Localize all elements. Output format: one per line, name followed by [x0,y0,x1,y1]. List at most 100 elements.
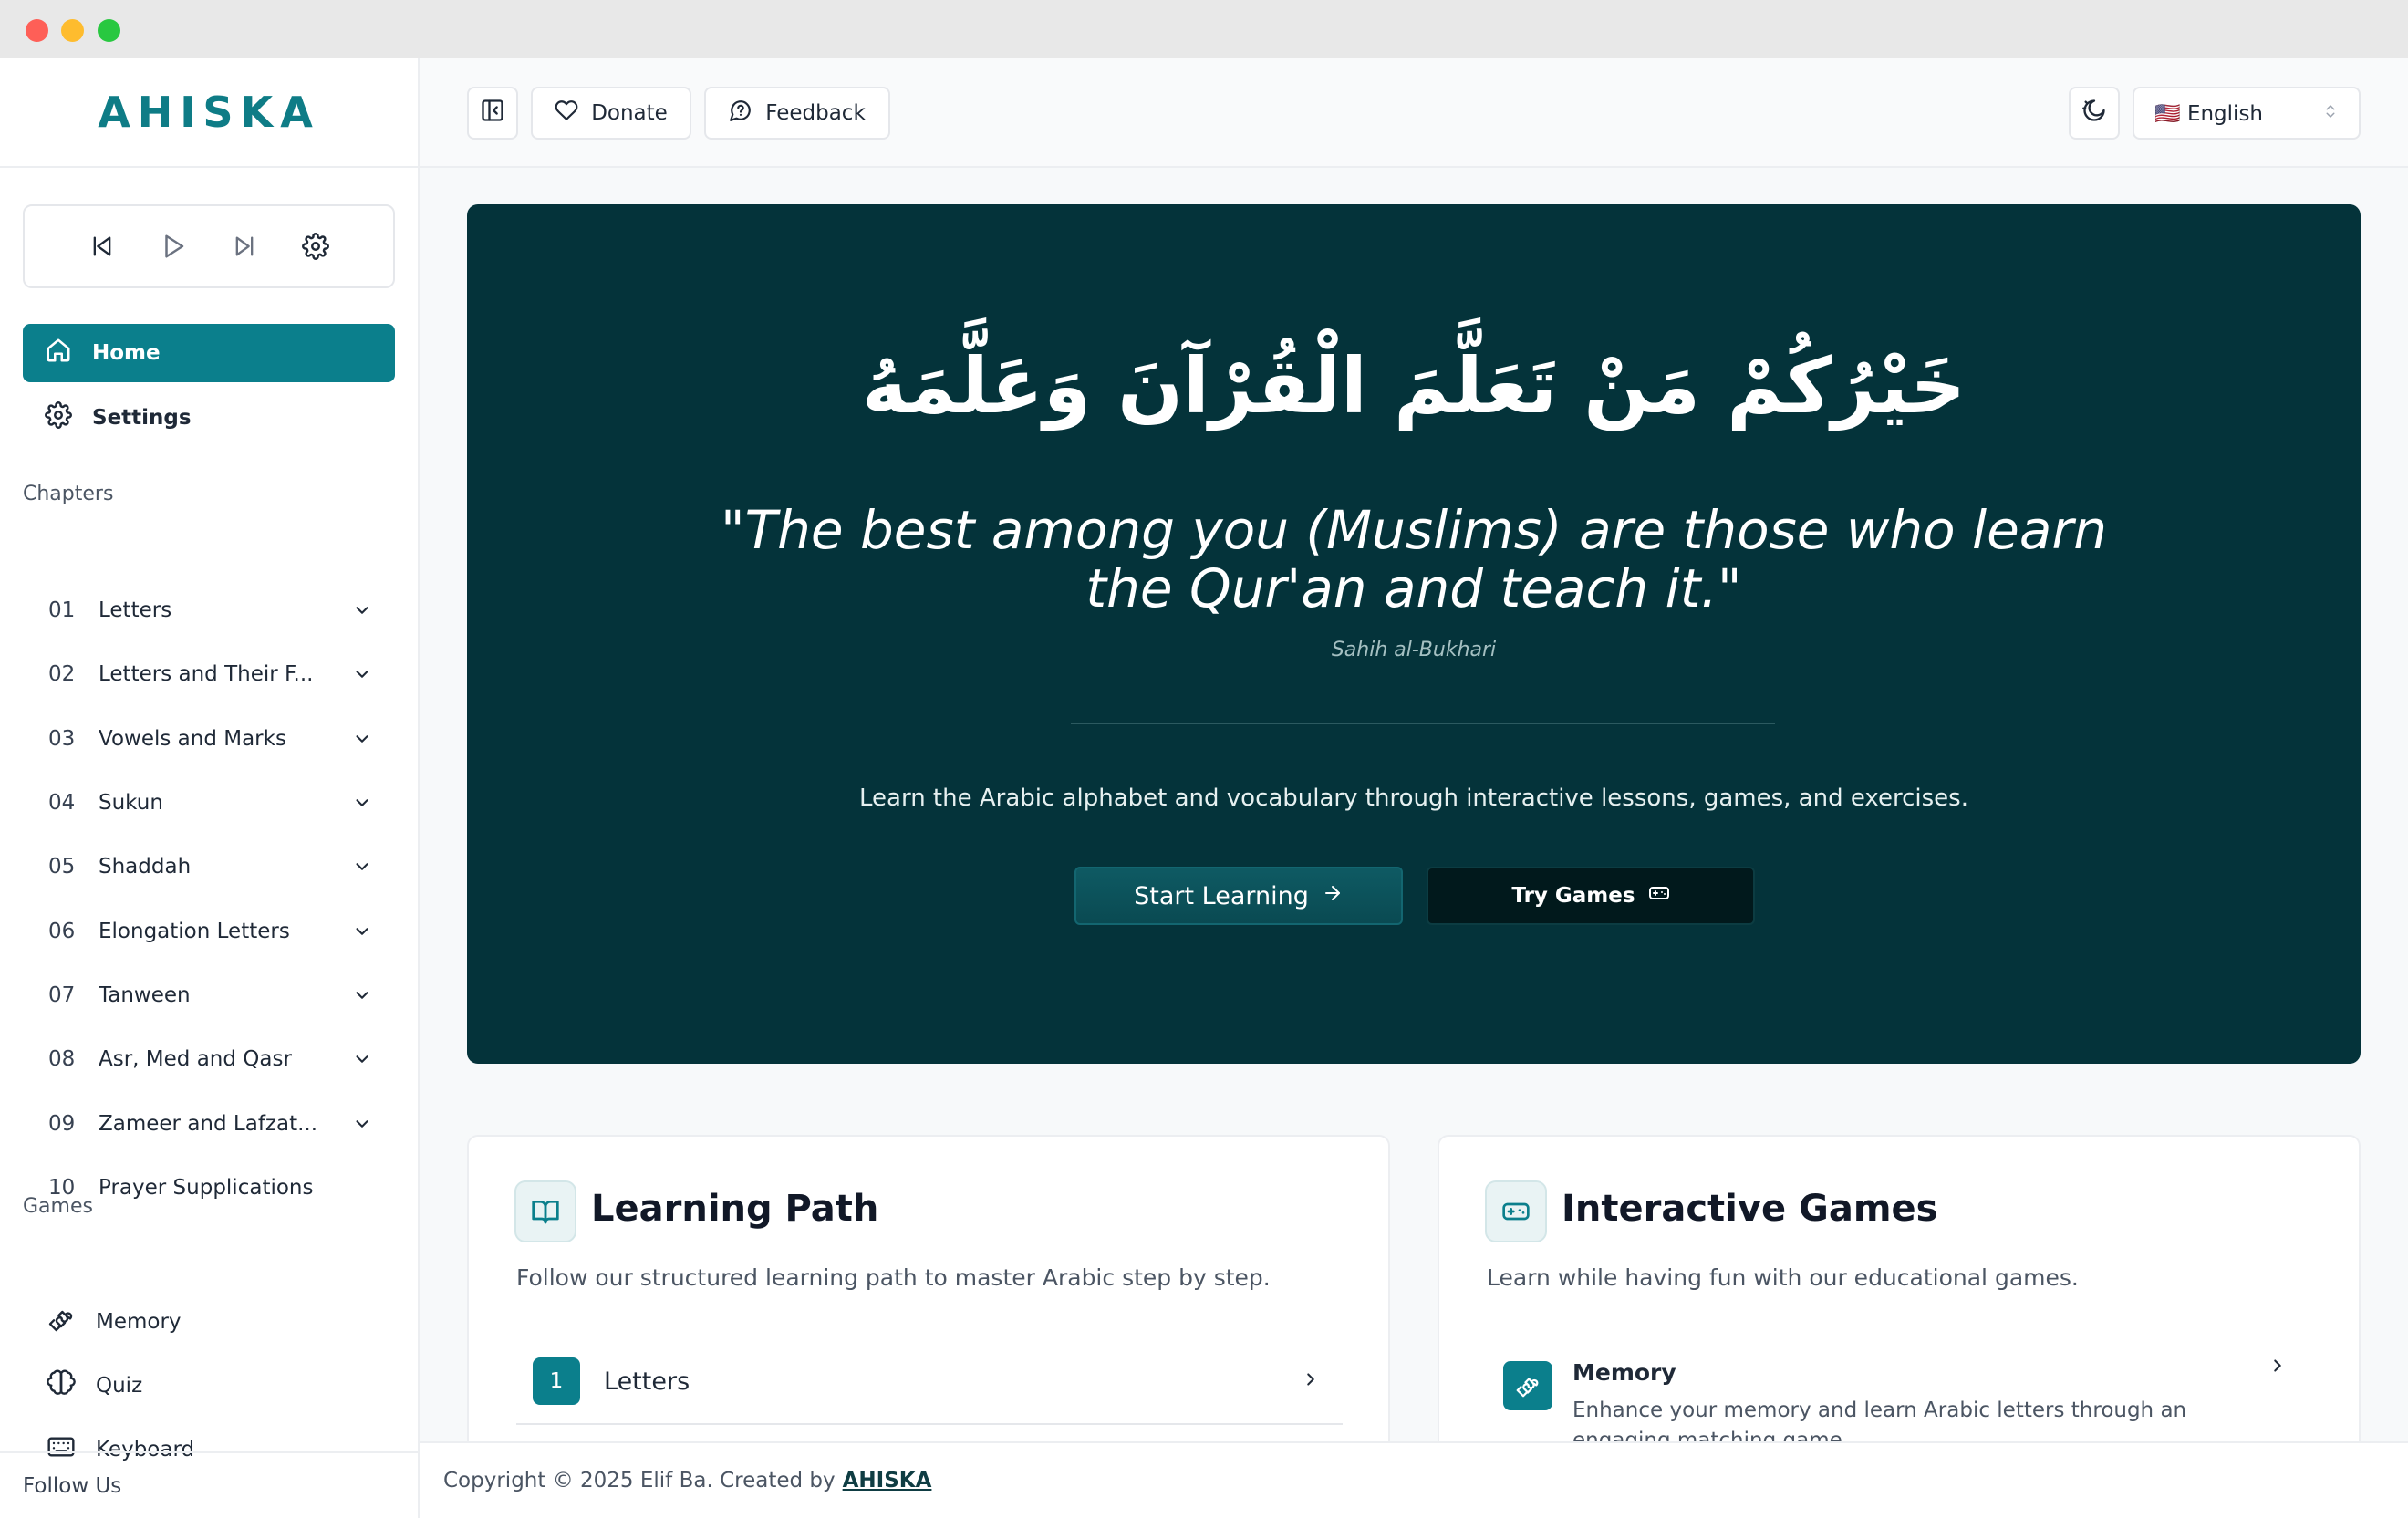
chapter-title: Letters [99,598,172,623]
brand-logo[interactable]: AHISKA [98,88,320,137]
chevron-down-icon[interactable] [351,984,373,1006]
gear-icon [45,401,72,434]
chapter-title: Shaddah [99,855,192,879]
nav-item-settings[interactable]: Settings [23,389,395,447]
home-icon [45,337,72,369]
chapter-title: Prayer Supplications [99,1175,314,1200]
chevron-down-icon[interactable] [351,920,373,942]
chapter-number: 07 [48,983,76,1007]
feedback-label: Feedback [765,101,866,125]
chapter-title: Zameer and Lafzat... [99,1111,318,1136]
step-label: Letters [604,1367,690,1396]
nav-item-label: Home [92,341,161,365]
chapter-item[interactable]: 03 Vowels and Marks [23,707,395,771]
chapter-number: 02 [48,662,76,687]
book-open-icon [514,1180,576,1242]
hero-subtext: Learn the Arabic alphabet and vocabulary… [859,785,1968,812]
start-learning-label: Start Learning [1134,881,1309,910]
chapter-item[interactable]: 08 Asr, Med and Qasr [23,1027,395,1091]
puzzle-icon [1503,1361,1552,1410]
message-icon [729,99,752,128]
chapter-title: Vowels and Marks [99,726,286,751]
arabic-hadith: خَيْرُكُمْ مَنْ تَعَلَّمَ الْقُرْآنَ وَع… [861,341,1967,431]
chapter-title: Elongation Letters [99,919,290,943]
hero-banner: خَيْرُكُمْ مَنْ تَعَلَّمَ الْقُرْآنَ وَع… [467,204,2361,1064]
chapter-item[interactable]: 05 Shaddah [23,835,395,899]
chevron-down-icon[interactable] [351,728,373,750]
heart-icon [555,99,578,128]
language-value: 🇺🇸 English [2154,101,2263,126]
window-titlebar [0,0,2408,58]
top-toolbar: Donate Feedback 🇺🇸 English [420,58,2408,168]
chapter-item[interactable]: 09 Zameer and Lafzat... [23,1091,395,1155]
skip-back-icon[interactable] [87,231,118,262]
chevron-down-icon[interactable] [351,1113,373,1135]
gamepad-icon [1485,1180,1547,1242]
chapter-number: 06 [48,919,76,943]
play-icon[interactable] [158,231,189,262]
hadith-quote: "The best among you (Muslims) are those … [649,501,2178,618]
audio-player [23,204,395,288]
interactive-games-title: Interactive Games [1562,1188,1938,1230]
quote-source: Sahih al-Bukhari [1331,639,1497,661]
puzzle-icon [47,1305,76,1339]
skip-forward-icon[interactable] [229,231,260,262]
chevron-down-icon[interactable] [351,792,373,814]
feedback-button[interactable]: Feedback [704,87,890,140]
chapters-heading: Chapters [23,483,114,505]
chapter-title: Asr, Med and Qasr [99,1047,292,1072]
arrow-right-icon [1322,882,1344,910]
quote-line: "The best among you (Muslims) are those … [721,499,2107,561]
follow-us: Follow Us [0,1451,418,1518]
learning-path-title: Learning Path [591,1188,879,1230]
chapter-number: 05 [48,855,76,879]
chevron-down-icon[interactable] [351,1048,373,1070]
copyright-text: Copyright © 2025 Elif Ba. Created by [443,1469,836,1492]
game-item-memory[interactable]: Memory [23,1290,395,1354]
moon-sun-icon [2081,98,2107,129]
footer: Copyright © 2025 Elif Ba. Created by AHI… [420,1441,2408,1518]
chapter-title: Sukun [99,791,163,816]
interactive-games-desc: Learn while having fun with our educatio… [1487,1264,2079,1291]
chapter-item[interactable]: 06 Elongation Letters [23,899,395,962]
sidebar: AHISKA Home Settings Chapters 01 Letters… [0,58,420,1518]
maximize-window-button[interactable] [98,19,120,42]
toggle-sidebar-button[interactable] [467,87,518,140]
chapter-item[interactable]: 07 Tanween [23,963,395,1027]
main-nav: Home Settings [23,324,395,453]
chapter-item[interactable]: 01 Letters [23,578,395,642]
chevron-down-icon[interactable] [351,599,373,621]
try-games-label: Try Games [1511,884,1635,908]
sidebar-toggle-icon [480,98,505,129]
nav-item-label: Settings [92,406,192,430]
game-name: Memory [1572,1359,1676,1386]
donate-label: Donate [591,101,668,125]
chapter-title: Letters and Their F... [99,662,314,687]
start-learning-button[interactable]: Start Learning [1074,867,1403,925]
brain-icon [47,1368,76,1403]
hero-divider [1071,723,1775,724]
quote-line: the Qur'an and teach it." [1085,557,1742,619]
settings-icon[interactable] [300,231,331,262]
close-window-button[interactable] [26,19,48,42]
learning-path-desc: Follow our structured learning path to m… [516,1264,1271,1291]
game-item-quiz[interactable]: Quiz [23,1354,395,1418]
chapter-number: 09 [48,1111,76,1136]
learning-step-row[interactable]: 1 Letters [516,1339,1343,1425]
chapter-item[interactable]: 02 Letters and Their F... [23,642,395,706]
chevron-right-icon [2268,1356,2288,1379]
chevrons-up-down-icon [2322,101,2339,125]
author-link[interactable]: AHISKA [843,1469,932,1492]
language-select[interactable]: 🇺🇸 English [2133,87,2361,140]
minimize-window-button[interactable] [61,19,84,42]
gamepad-icon [1648,882,1670,910]
nav-item-home[interactable]: Home [23,324,395,382]
theme-toggle-button[interactable] [2069,87,2120,140]
donate-button[interactable]: Donate [531,87,691,140]
chapter-number: 08 [48,1047,76,1072]
try-games-button[interactable]: Try Games [1427,867,1755,925]
chevron-down-icon[interactable] [351,856,373,878]
chapter-number: 04 [48,791,76,816]
chapter-item[interactable]: 04 Sukun [23,771,395,835]
chevron-down-icon[interactable] [351,663,373,685]
